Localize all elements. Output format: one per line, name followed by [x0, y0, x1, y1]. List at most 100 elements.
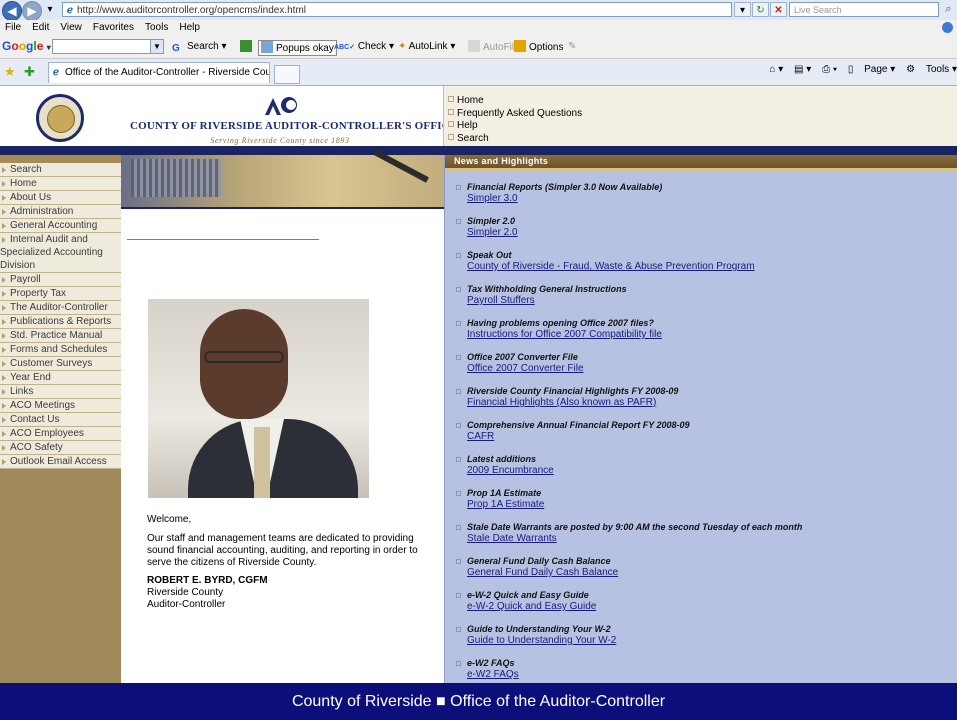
nav-item-aco-safety[interactable]: ACO Safety [0, 441, 121, 455]
nav-item-home[interactable]: Home [0, 177, 121, 191]
nav-item-aco-employees[interactable]: ACO Employees [0, 427, 121, 441]
news-item-title: Comprehensive Annual Financial Report FY… [467, 420, 690, 430]
feeds-icon[interactable]: ▤ ▾ [794, 64, 811, 75]
nav-item-year-end[interactable]: Year End [0, 371, 121, 385]
top-link-search[interactable]: Search [448, 133, 582, 146]
nav-item-about-us[interactable]: About Us [0, 191, 121, 205]
autofill-button[interactable]: AutoFill [468, 40, 516, 54]
nav-item-internal-audit[interactable]: Internal Audit and Specialized Accountin… [0, 233, 121, 273]
page-menu[interactable]: ▯ Page ▾ [848, 64, 895, 75]
county-seal-logo[interactable] [36, 94, 84, 142]
tab-office-auditor-controller[interactable]: ℯ Office of the Auditor-Controller - Rive… [48, 62, 270, 83]
news-item-title: Speak Out [467, 250, 512, 260]
check-label: Check [357, 41, 387, 52]
news-item-link[interactable]: Guide to Understanding Your W-2 [467, 635, 957, 647]
news-item-link[interactable]: County of Riverside - Fraud, Waste & Abu… [467, 261, 957, 273]
stop-icon[interactable]: ✕ [770, 2, 787, 17]
news-item-link[interactable]: e-W2 FAQs [467, 669, 957, 681]
news-item-link[interactable]: Simpler 3.0 [467, 193, 957, 205]
top-links: Home Frequently Asked Questions Help Sea… [448, 95, 582, 145]
news-item-title: Having problems opening Office 2007 file… [467, 318, 654, 328]
news-list: Financial Reports (Simpler 3.0 Now Avail… [445, 182, 957, 683]
nav-item-publications-reports[interactable]: Publications & Reports [0, 315, 121, 329]
autolink-button[interactable]: ✦ AutoLink ▾ [398, 40, 455, 54]
back-arrow-icon[interactable]: ◀ [2, 1, 22, 21]
print-icon[interactable]: ⎙ ▾ [822, 64, 837, 75]
signature-county: Riverside County [147, 587, 224, 598]
office-subtitle: Serving Riverside County since 1893 [210, 136, 350, 145]
news-item-title: Prop 1A Estimate [467, 488, 542, 498]
menu-view[interactable]: View [60, 20, 82, 36]
options-button[interactable]: Options [514, 40, 563, 54]
nav-item-administration[interactable]: Administration [0, 205, 121, 219]
news-item-title: General Fund Daily Cash Balance [467, 556, 611, 566]
news-item-title: e-W-2 Quick and Easy Guide [467, 590, 589, 600]
news-item-link[interactable]: Instructions for Office 2007 Compatibili… [467, 329, 957, 341]
news-item-link[interactable]: 2009 Encumbrance [467, 465, 957, 477]
top-link-faq[interactable]: Frequently Asked Questions [448, 108, 582, 121]
news-item-link[interactable]: Office 2007 Converter File [467, 363, 957, 375]
popup-icon [261, 41, 273, 53]
menu-bar: File Edit View Favorites Tools Help [0, 20, 957, 36]
nav-item-payroll[interactable]: Payroll [0, 273, 121, 287]
history-dropdown-icon[interactable]: ▾ [43, 2, 57, 17]
google-search-button[interactable]: G Search ▾ [172, 40, 227, 54]
pagerank-icon[interactable] [240, 40, 255, 54]
menu-file[interactable]: File [5, 20, 21, 36]
news-item-link[interactable]: Payroll Stuffers [467, 295, 957, 307]
nav-item-outlook-email[interactable]: Outlook Email Access [0, 455, 121, 469]
footer-county: County of Riverside [291, 693, 432, 710]
tools-menu-label: Tools [925, 64, 950, 75]
favorites-star-icon[interactable]: ★ [4, 64, 16, 80]
news-item-link[interactable]: General Fund Daily Cash Balance [467, 567, 957, 579]
nav-item-links[interactable]: Links [0, 385, 121, 399]
menu-edit[interactable]: Edit [32, 20, 49, 36]
menu-tools[interactable]: Tools [145, 20, 168, 36]
news-item-link[interactable]: Financial Highlights (Also known as PAFR… [467, 397, 957, 409]
url-input[interactable]: ℯ http://www.auditorcontroller.org/opencm… [62, 2, 732, 17]
nav-item-std-practice-manual[interactable]: Std. Practice Manual [0, 329, 121, 343]
center-content: Welcome, Our staff and management teams … [121, 149, 444, 683]
top-link-home[interactable]: Home [448, 95, 582, 108]
news-item-link[interactable]: Prop 1A Estimate [467, 499, 957, 511]
google-search-input[interactable] [52, 39, 164, 54]
new-tab-button[interactable] [274, 65, 300, 84]
news-item-link[interactable]: e-W-2 Quick and Easy Guide [467, 601, 957, 613]
nav-item-search[interactable]: Search [0, 163, 121, 177]
news-item-title: Riverside County Financial Highlights FY… [467, 386, 679, 396]
popups-button[interactable]: Popups okay [258, 40, 337, 56]
home-icon[interactable]: ⌂ ▾ [769, 64, 783, 75]
pencil-icon[interactable]: ✎ [568, 40, 576, 54]
nav-item-aco-meetings[interactable]: ACO Meetings [0, 399, 121, 413]
nav-item-general-accounting[interactable]: General Accounting [0, 219, 121, 233]
nav-item-forms-schedules[interactable]: Forms and Schedules [0, 343, 121, 357]
news-item: Latest additions 2009 Encumbrance [445, 454, 957, 488]
menu-help[interactable]: Help [179, 20, 200, 36]
search-icon[interactable]: ⌕ [941, 2, 956, 17]
nav-item-customer-surveys[interactable]: Customer Surveys [0, 357, 121, 371]
tools-menu[interactable]: ⚙ Tools ▾ [906, 64, 957, 75]
google-search-dropdown-icon[interactable]: ▼ [150, 39, 164, 54]
news-item-link[interactable]: Stale Date Warrants [467, 533, 957, 545]
google-logo[interactable]: Google ▾ [2, 39, 51, 53]
spellcheck-button[interactable]: ABC✓ Check ▾ [334, 40, 394, 54]
menu-favorites[interactable]: Favorites [93, 20, 134, 36]
url-dropdown-icon[interactable]: ▾ [734, 2, 751, 17]
live-search-input[interactable]: Live Search [789, 2, 939, 17]
refresh-icon[interactable]: ↻ [752, 2, 769, 17]
nav-item-auditor-controller[interactable]: The Auditor-Controller [0, 301, 121, 315]
url-text: http://www.auditorcontroller.org/opencms… [77, 5, 306, 16]
news-item: Simpler 2.0 Simpler 2.0 [445, 216, 957, 250]
nav-item-property-tax[interactable]: Property Tax [0, 287, 121, 301]
news-item: Stale Date Warrants are posted by 9:00 A… [445, 522, 957, 556]
nav-item-contact-us[interactable]: Contact Us [0, 413, 121, 427]
news-item-link[interactable]: CAFR [467, 431, 957, 443]
tab-title: Office of the Auditor-Controller - River… [65, 67, 270, 78]
address-bar: ◀ ▶ ▾ ℯ http://www.auditorcontroller.org/… [0, 0, 957, 21]
autofill-icon [468, 40, 480, 52]
header-divider [0, 146, 957, 155]
add-favorites-icon[interactable]: ✚ [24, 64, 35, 80]
top-link-help[interactable]: Help [448, 120, 582, 133]
forward-arrow-icon[interactable]: ▶ [22, 1, 42, 21]
news-item-link[interactable]: Simpler 2.0 [467, 227, 957, 239]
